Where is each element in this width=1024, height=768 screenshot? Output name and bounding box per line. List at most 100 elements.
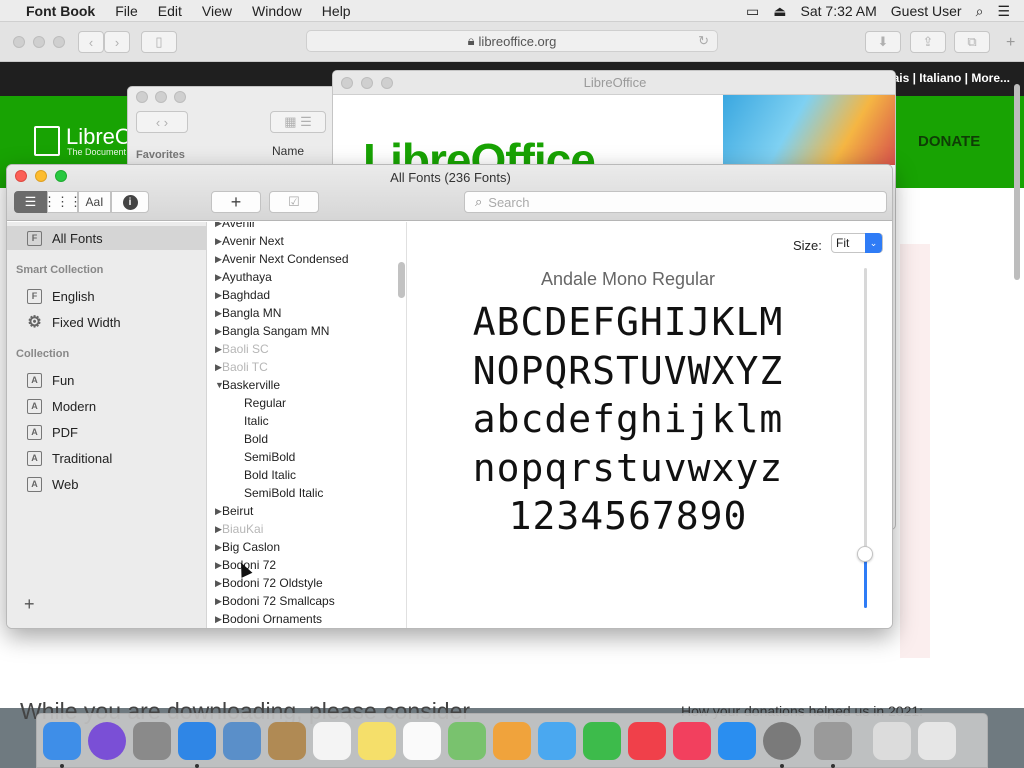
lo-close-button[interactable] bbox=[341, 77, 353, 89]
dock-messages-icon[interactable] bbox=[538, 721, 576, 760]
sidebar-item-web[interactable]: A Web bbox=[7, 472, 207, 496]
dock-system-preferences-icon[interactable] bbox=[763, 721, 801, 768]
disclosure-closed-icon[interactable]: ▶ bbox=[208, 542, 222, 553]
finder-back-forward[interactable]: ‹ › bbox=[136, 111, 188, 133]
font-style-row[interactable]: Bold bbox=[244, 430, 268, 448]
finder-view-icon[interactable]: ▦ ☰ bbox=[270, 111, 326, 133]
disclosure-closed-icon[interactable]: ▶ bbox=[208, 222, 222, 229]
dock-preview-icon[interactable] bbox=[223, 721, 261, 760]
dock-launchpad-icon[interactable] bbox=[133, 721, 171, 760]
dock-app-store-icon[interactable] bbox=[718, 721, 756, 760]
add-font-button[interactable]: + bbox=[211, 191, 261, 213]
new-tab-icon[interactable]: + bbox=[1006, 34, 1015, 52]
sidebar-toggle-icon[interactable]: ▯ bbox=[141, 31, 177, 53]
lo-zoom-button[interactable] bbox=[381, 77, 393, 89]
dock-safari-icon[interactable] bbox=[178, 721, 216, 768]
info-view-button[interactable]: i bbox=[111, 191, 149, 213]
font-family-row[interactable]: ▶ BiauKai bbox=[208, 520, 393, 538]
sample-view-button[interactable]: AaI bbox=[78, 191, 111, 213]
font-style-row[interactable]: Bold Italic bbox=[244, 466, 296, 484]
disclosure-closed-icon[interactable]: ▶ bbox=[208, 524, 222, 535]
eject-icon[interactable]: ⏏ bbox=[773, 3, 786, 20]
font-family-row[interactable]: ▶ Baghdad bbox=[208, 286, 393, 304]
font-family-row[interactable]: ▶ Bodoni Ornaments bbox=[208, 610, 393, 628]
dock-contacts-icon[interactable] bbox=[268, 721, 306, 760]
menu-file[interactable]: File bbox=[105, 3, 148, 19]
sidebar-item-all-fonts[interactable]: F All Fonts bbox=[7, 226, 207, 250]
dock-news-icon[interactable] bbox=[628, 721, 666, 760]
font-family-row[interactable]: ▶ Avenir bbox=[208, 222, 393, 232]
reload-icon[interactable]: ↻ bbox=[698, 33, 709, 49]
menu-view[interactable]: View bbox=[192, 3, 242, 19]
disclosure-closed-icon[interactable]: ▶ bbox=[208, 596, 222, 607]
font-family-row[interactable]: ▶ Baoli TC bbox=[208, 358, 393, 376]
dock-font-book-icon[interactable] bbox=[814, 721, 852, 768]
font-style-row[interactable]: SemiBold Italic bbox=[244, 484, 323, 502]
dock-maps-icon[interactable] bbox=[448, 721, 486, 760]
size-select[interactable]: Fit ⌄ bbox=[831, 233, 883, 253]
font-family-row[interactable]: ▶ Baoli SC bbox=[208, 340, 393, 358]
user-menu[interactable]: Guest User bbox=[891, 3, 962, 19]
zoom-button[interactable] bbox=[53, 36, 65, 48]
sidebar-item-modern[interactable]: A Modern bbox=[7, 394, 207, 418]
dock-photos-icon[interactable] bbox=[493, 721, 531, 760]
font-family-row[interactable]: ▶ Bangla Sangam MN bbox=[208, 322, 393, 340]
minimize-button[interactable] bbox=[33, 36, 45, 48]
dock-music-icon[interactable] bbox=[673, 721, 711, 760]
menu-edit[interactable]: Edit bbox=[148, 3, 192, 19]
disclosure-closed-icon[interactable]: ▶ bbox=[208, 290, 222, 301]
disclosure-closed-icon[interactable]: ▶ bbox=[208, 362, 222, 373]
disclosure-closed-icon[interactable]: ▶ bbox=[208, 506, 222, 517]
forward-button[interactable]: › bbox=[104, 31, 130, 53]
size-slider-knob[interactable] bbox=[857, 546, 873, 562]
dock-siri-icon[interactable] bbox=[88, 721, 126, 760]
sidebar-item-fixed-width[interactable]: ⚙ Fixed Width bbox=[7, 310, 207, 334]
font-style-row[interactable]: Italic bbox=[244, 412, 269, 430]
finder-minimize-button[interactable] bbox=[155, 91, 167, 103]
font-family-row[interactable]: ▶ Avenir Next bbox=[208, 232, 393, 250]
disclosure-closed-icon[interactable]: ▶ bbox=[208, 272, 222, 283]
close-button[interactable] bbox=[13, 36, 25, 48]
downloads-icon[interactable]: ⬇ bbox=[865, 31, 901, 53]
font-family-row[interactable]: ▼ Baskerville bbox=[208, 376, 393, 394]
grid-view-button[interactable]: ⋮⋮⋮ bbox=[43, 191, 82, 213]
font-style-row[interactable]: SemiBold bbox=[244, 448, 295, 466]
finder-close-button[interactable] bbox=[136, 91, 148, 103]
clock[interactable]: Sat 7:32 AM bbox=[801, 3, 877, 19]
search-field[interactable]: ⌕ Search bbox=[464, 191, 887, 213]
share-icon[interactable]: ⇪ bbox=[910, 31, 946, 53]
disclosure-closed-icon[interactable]: ▶ bbox=[208, 308, 222, 319]
spotlight-icon[interactable]: ⌕ bbox=[976, 3, 984, 20]
dock-trash-icon[interactable] bbox=[918, 721, 956, 760]
dock-finder-icon[interactable] bbox=[43, 721, 81, 768]
tabs-icon[interactable]: ⧉ bbox=[954, 31, 990, 53]
sidebar-item-english[interactable]: F English bbox=[7, 284, 207, 308]
font-list-scrollbar[interactable] bbox=[398, 262, 405, 298]
menu-window[interactable]: Window bbox=[242, 3, 312, 19]
menu-app-name[interactable]: Font Book bbox=[20, 3, 105, 19]
disclosure-closed-icon[interactable]: ▶ bbox=[208, 326, 222, 337]
disclosure-closed-icon[interactable]: ▶ bbox=[208, 254, 222, 265]
disclosure-closed-icon[interactable]: ▶ bbox=[208, 236, 222, 247]
font-family-row[interactable]: ▶ Avenir Next Condensed bbox=[208, 250, 393, 268]
lo-minimize-button[interactable] bbox=[361, 77, 373, 89]
font-family-row[interactable]: ▶ Bangla MN bbox=[208, 304, 393, 322]
disclosure-closed-icon[interactable]: ▶ bbox=[208, 578, 222, 589]
dock-notes-icon[interactable] bbox=[358, 721, 396, 760]
libreoffice-logo-icon[interactable] bbox=[34, 126, 60, 156]
dock-downloads-icon[interactable] bbox=[873, 721, 911, 760]
font-family-row[interactable]: ▶ Bodoni 72 Smallcaps bbox=[208, 592, 393, 610]
airplay-icon[interactable]: ▭ bbox=[746, 3, 759, 20]
add-collection-button[interactable]: + bbox=[24, 594, 35, 615]
disclosure-closed-icon[interactable]: ▶ bbox=[208, 614, 222, 625]
font-family-row[interactable]: ▶ Beirut bbox=[208, 502, 393, 520]
dock-calendar-icon[interactable] bbox=[313, 721, 351, 760]
font-family-row[interactable]: ▶ Bodoni 72 Oldstyle bbox=[208, 574, 393, 592]
font-family-row[interactable]: ▶ Ayuthaya bbox=[208, 268, 393, 286]
disclosure-closed-icon[interactable]: ▶ bbox=[208, 344, 222, 355]
validate-font-button[interactable]: ☑ bbox=[269, 191, 319, 213]
disclosure-closed-icon[interactable]: ▶ bbox=[208, 560, 222, 571]
finder-zoom-button[interactable] bbox=[174, 91, 186, 103]
font-style-row[interactable]: Regular bbox=[244, 394, 286, 412]
donate-link[interactable]: DONATE bbox=[918, 133, 980, 150]
